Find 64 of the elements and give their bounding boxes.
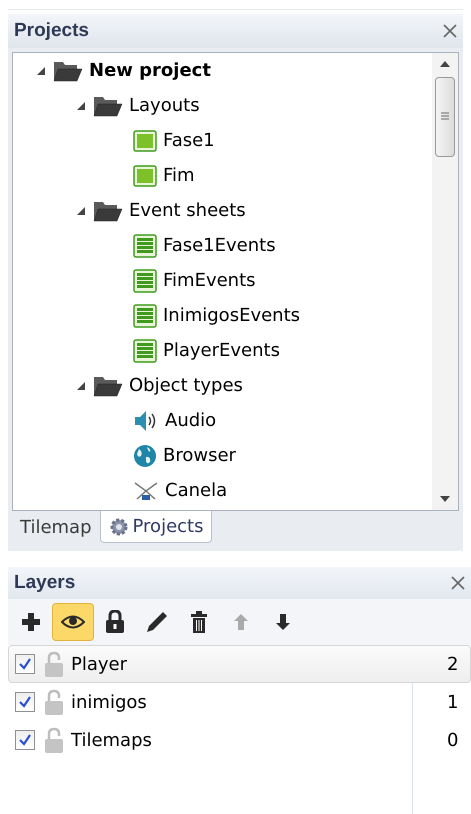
layer-name: Tilemaps [71,728,153,752]
event-sheet-icon [133,338,157,362]
tree-item[interactable]: Object types [129,372,243,399]
layer-number: 0 [447,728,458,752]
layer-row[interactable]: Tilemaps 0 [8,721,471,759]
expanded-caret-icon[interactable] [76,206,86,216]
tree-item[interactable]: PlayerEvents [163,337,280,364]
eye-icon [61,614,85,630]
folder-icon [53,60,83,82]
scroll-thumb[interactable] [435,77,455,157]
toolbar-button[interactable] [52,603,94,641]
event-sheet-icon [133,268,157,292]
tree-item[interactable]: Fim [163,162,195,189]
panel-tab[interactable]: Tilemap [12,511,100,543]
layout-icon [133,164,157,186]
scroll-down-icon[interactable] [440,496,450,502]
check-icon [18,733,32,747]
pencil-icon [146,611,168,633]
trash-icon [190,611,208,633]
close-icon[interactable] [451,576,465,590]
layer-name: inimigos [71,690,148,714]
expanded-caret-icon[interactable] [76,100,86,110]
tree-item[interactable]: Browser [163,442,236,469]
layer-row[interactable]: inimigos 1 [8,683,471,721]
panel-title: Layers [14,570,76,595]
layer-number: 1 [447,690,458,714]
tree-item[interactable]: Layouts [129,92,200,119]
panel-title: Projects [14,18,89,43]
tree-item[interactable]: InimigosEvents [163,302,300,329]
visibility-checkbox[interactable] [15,654,35,674]
grip-icon [441,112,449,122]
panel-tab[interactable]: Projects [100,511,212,543]
tree-item[interactable]: Fase1Events [163,232,276,259]
tree-item[interactable]: Canela [165,477,228,504]
event-sheet-icon [133,234,157,258]
layer-number: 2 [447,652,458,676]
folder-icon [93,94,123,116]
expanded-caret-icon[interactable] [76,380,86,390]
expanded-caret-icon[interactable] [36,66,46,76]
globe-icon [133,444,157,468]
folder-icon [93,374,123,396]
close-icon[interactable] [443,24,457,38]
gear-icon [108,516,129,536]
down-arrow-icon [275,613,291,631]
padlock-icon [105,610,125,634]
tree-item[interactable]: Audio [165,407,216,434]
check-icon [18,657,32,671]
tree-item[interactable]: FimEvents [163,267,256,294]
folder-icon [93,200,123,222]
event-sheet-icon [133,304,157,328]
scrollbar[interactable] [432,53,458,510]
up-arrow-icon [233,613,249,631]
scroll-up-icon[interactable] [440,61,450,67]
tree-item[interactable]: Event sheets [129,197,246,224]
tree-item[interactable]: New project [89,57,211,84]
sprite-icon [133,480,159,500]
visibility-checkbox[interactable] [15,730,35,750]
tree-item[interactable]: Fase1 [163,127,215,154]
plus-icon [21,612,41,632]
layout-icon [133,130,157,152]
layer-row[interactable]: Player 2 [8,645,471,683]
layer-name: Player [71,652,128,676]
check-icon [18,695,32,709]
visibility-checkbox[interactable] [15,692,35,712]
